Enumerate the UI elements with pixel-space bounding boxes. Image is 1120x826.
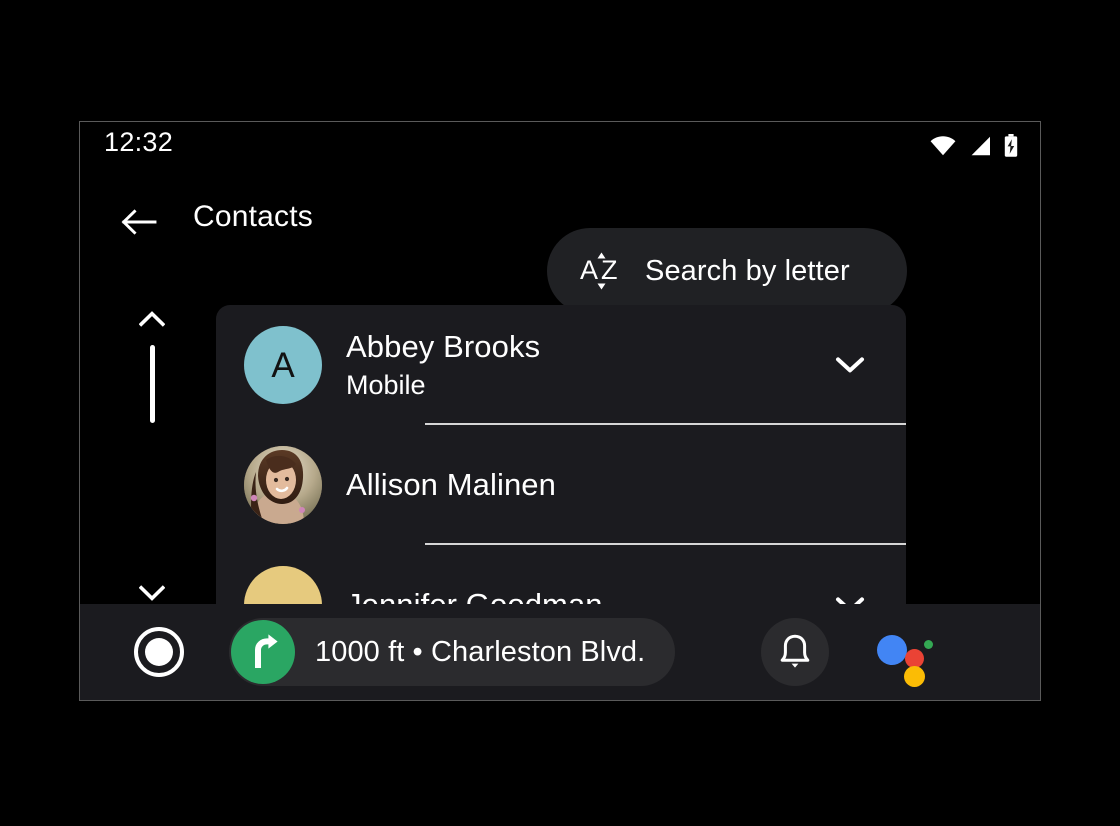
bell-icon	[781, 634, 810, 668]
contact-list-item[interactable]: Allison Malinen	[216, 425, 906, 545]
navigation-label: 1000 ft • Charleston Blvd.	[315, 635, 646, 668]
chevron-down-icon	[139, 585, 165, 601]
arrow-left-icon	[121, 209, 157, 235]
az-sort-icon: A Z	[579, 248, 625, 294]
turn-right-icon	[231, 620, 295, 684]
expand-contact-button[interactable]	[826, 341, 874, 389]
navigation-pill[interactable]: 1000 ft • Charleston Blvd.	[229, 618, 676, 686]
chevron-down-icon	[836, 357, 864, 373]
status-bar: 12:32	[80, 122, 1040, 170]
contact-photo	[244, 446, 322, 524]
assistant-dot-blue	[877, 635, 908, 665]
contact-name: Abbey Brooks	[346, 328, 541, 364]
home-circle-icon	[134, 627, 184, 677]
avatar-initial: A	[271, 345, 295, 385]
scroll-up-button[interactable]	[132, 304, 172, 334]
cell-signal-icon	[971, 136, 990, 155]
svg-text:A: A	[580, 255, 598, 285]
contact-subtitle: Mobile	[346, 370, 426, 401]
avatar-photo	[244, 446, 322, 524]
assistant-dot-green	[924, 640, 934, 649]
contact-text: Abbey Brooks Mobile	[346, 327, 826, 404]
contact-list-item[interactable]: A Abbey Brooks Mobile	[216, 305, 906, 425]
contact-name: Allison Malinen	[346, 467, 556, 503]
battery-charging-icon	[1004, 134, 1018, 157]
svg-text:Z: Z	[601, 255, 618, 285]
chevron-up-icon	[139, 311, 165, 327]
status-clock: 12:32	[104, 127, 174, 157]
home-button[interactable]	[131, 624, 187, 680]
page-title: Contacts	[193, 200, 313, 233]
contact-text: Allison Malinen	[346, 465, 826, 505]
scrollbar-thumb[interactable]	[150, 345, 155, 423]
list-scrollbar[interactable]	[116, 282, 188, 612]
wifi-icon	[930, 135, 956, 155]
bottom-nav-bar: 1000 ft • Charleston Blvd.	[80, 604, 1040, 700]
search-by-letter-button[interactable]: A Z Search by letter	[547, 228, 907, 314]
app-header: Contacts A Z Search by letter	[80, 170, 1040, 314]
back-button[interactable]	[119, 202, 159, 242]
status-icon-group	[930, 134, 1018, 157]
avatar: A	[244, 326, 322, 404]
row-chevron-placeholder	[826, 461, 874, 509]
assistant-dot-yellow	[904, 666, 926, 687]
search-pill-label: Search by letter	[645, 254, 850, 287]
assistant-button[interactable]	[877, 621, 939, 687]
car-display-frame: 12:32 Contacts A Z Search by letter A Ab…	[79, 121, 1041, 701]
notification-button[interactable]	[761, 618, 830, 686]
